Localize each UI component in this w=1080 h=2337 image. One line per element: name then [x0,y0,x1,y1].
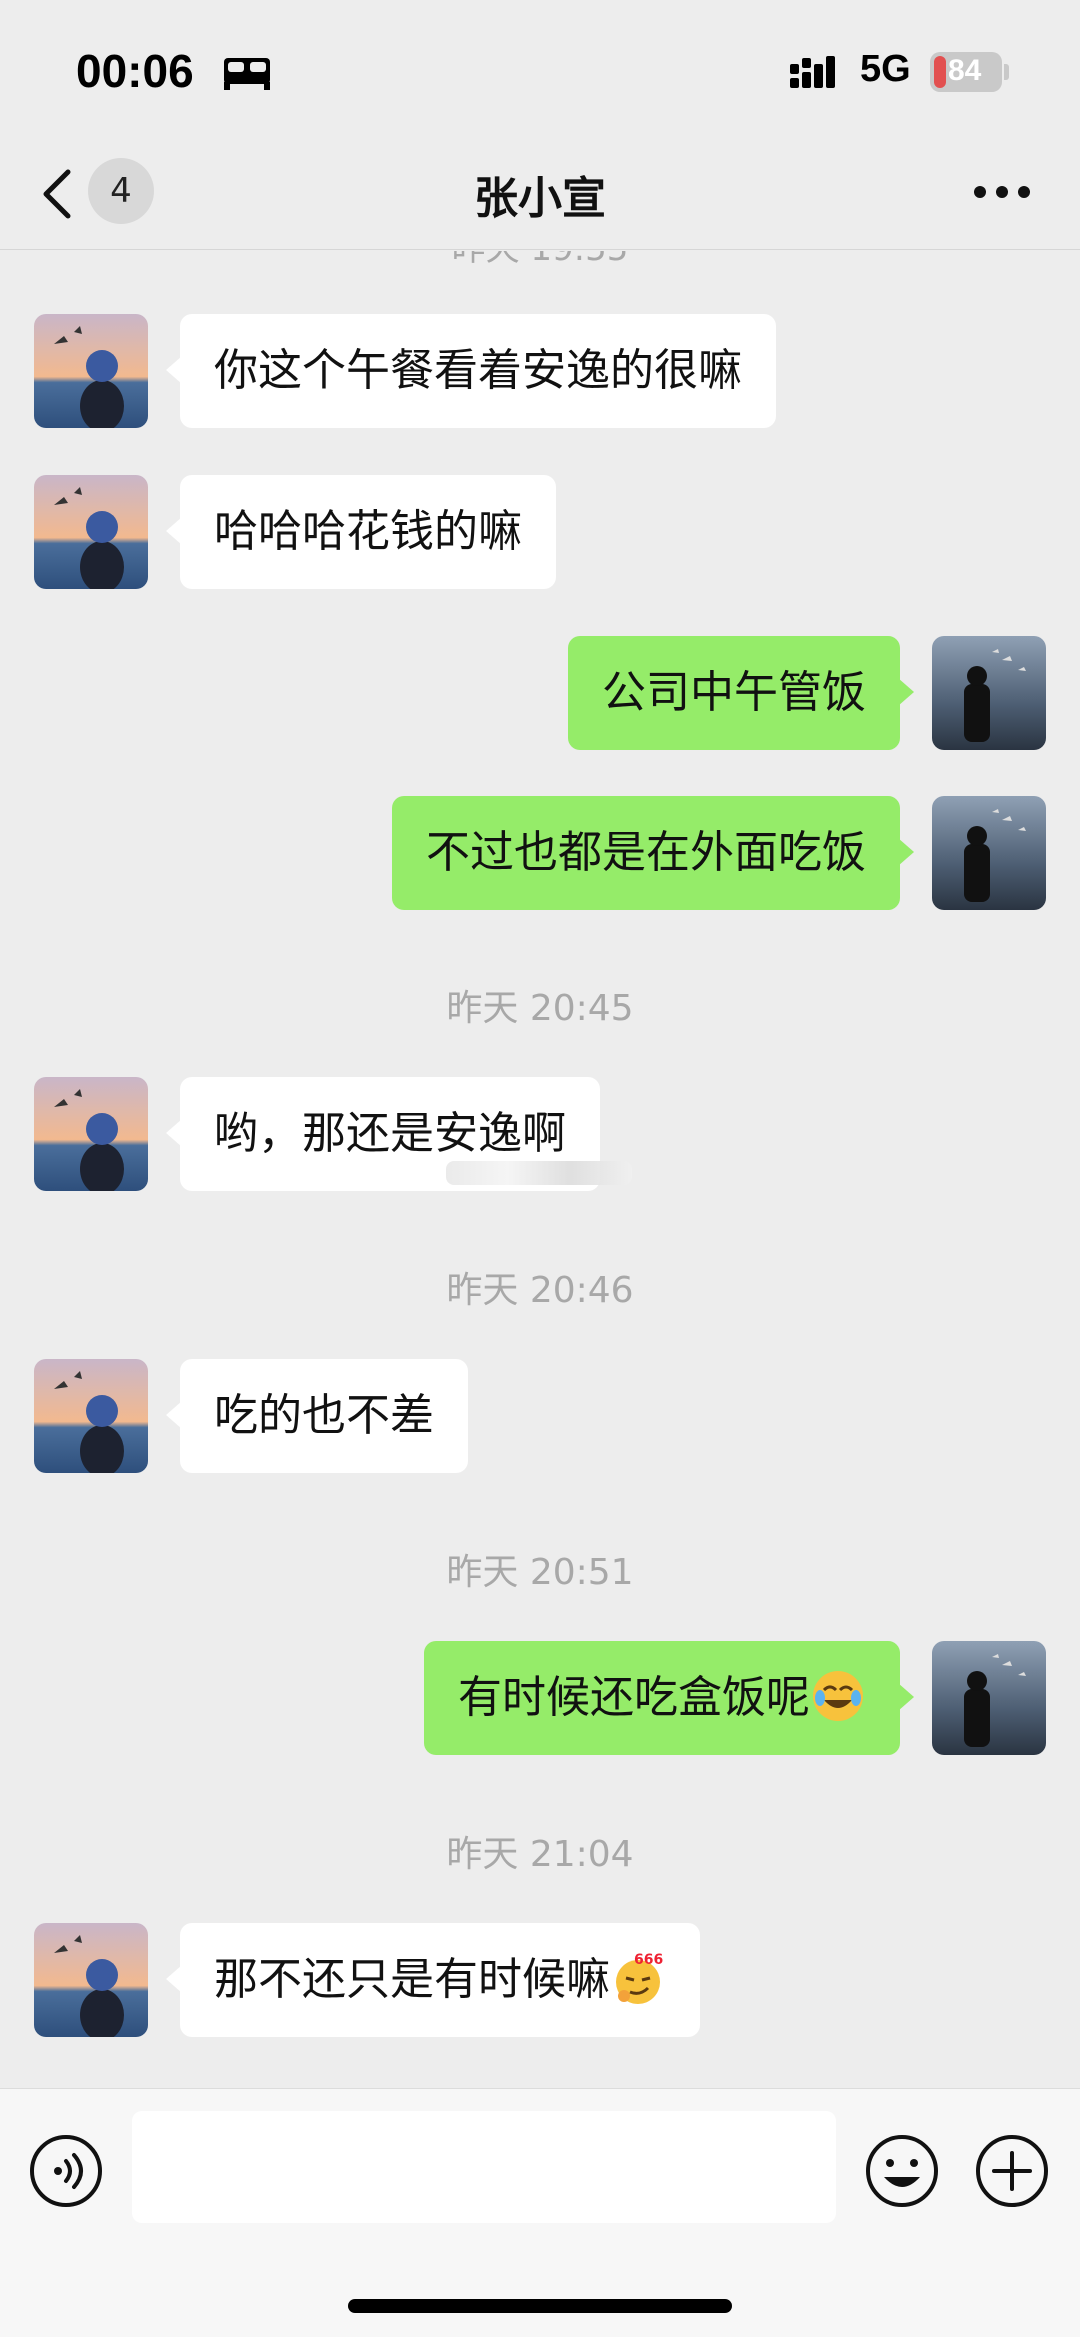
contact-avatar[interactable] [34,1923,148,2037]
clipped-timestamp: 昨天 19:55 [0,251,1080,270]
home-indicator[interactable] [348,2299,732,2313]
message-text: 有时候还吃盒饭呢 [458,1672,810,1723]
voice-icon[interactable] [28,2133,104,2209]
emoji-icon[interactable] [864,2133,940,2209]
message-bubble[interactable]: 不过也都是在外面吃饭 [392,796,914,910]
svg-text:666: 666 [634,1952,663,1968]
contact-avatar[interactable] [34,475,148,589]
my-avatar[interactable] [932,636,1046,750]
message-row-sent: 有时候还吃盒饭呢 [0,1641,1080,1755]
laughing-crying-emoji-icon [813,1671,863,1721]
message-bubble[interactable]: 吃的也不差 [166,1359,468,1473]
chat-title: 张小宣 [474,173,606,224]
battery-tip [1004,64,1009,80]
contact-avatar[interactable] [34,314,148,428]
message-row-received: 你这个午餐看着安逸的很嘛 [0,314,1080,428]
message-bubble[interactable]: 那不还只是有时候嘛 666 [166,1923,700,2037]
666-smirk-emoji-icon: 666 [616,1952,663,2004]
message-bubble[interactable]: 有时候还吃盒饭呢 [424,1641,914,1755]
my-avatar[interactable] [932,796,1046,910]
plus-icon[interactable] [974,2133,1050,2209]
status-bar: 00:06 5G 84 [0,0,1080,140]
network-label: 5G [860,48,911,90]
sleep-icon [224,58,270,90]
message-timestamp: 昨天 20:51 [446,1552,634,1593]
message-list[interactable]: 昨天 19:55 你这个午餐看着安逸的很嘛 哈哈哈花钱的嘛 公司中午管饭 不过也… [0,251,1080,2087]
message-row-received: 吃的也不差 [0,1359,1080,1473]
chat-header: 4 张小宣 [0,140,1080,250]
message-row-received: 哈哈哈花钱的嘛 [0,475,1080,589]
message-row-received: 哟，那还是安逸啊 [0,1077,1080,1191]
status-time: 00:06 [76,45,194,97]
message-bubble[interactable]: 你这个午餐看着安逸的很嘛 [166,314,776,428]
message-timestamp: 昨天 21:04 [446,1834,634,1875]
my-avatar[interactable] [932,1641,1046,1755]
blurred-overlay [446,1161,632,1185]
message-timestamp: 昨天 20:45 [446,988,634,1029]
more-icon[interactable] [970,174,1034,210]
message-row-received: 那不还只是有时候嘛 666 [0,1923,1080,2037]
message-bubble[interactable]: 哈哈哈花钱的嘛 [166,475,556,589]
battery-level: 84 [948,54,982,87]
contact-avatar[interactable] [34,1359,148,1473]
contact-avatar[interactable] [34,1077,148,1191]
message-text: 那不还只是有时候嘛 [214,1954,610,2005]
message-bubble[interactable]: 公司中午管饭 [568,636,914,750]
message-row-sent: 公司中午管饭 [0,636,1080,750]
input-bar [0,2088,1080,2337]
signal-icon [790,56,835,88]
message-input[interactable] [132,2111,836,2223]
battery-icon: 84 [930,52,1002,92]
message-row-sent: 不过也都是在外面吃饭 [0,796,1080,910]
message-timestamp: 昨天 20:46 [446,1270,634,1311]
